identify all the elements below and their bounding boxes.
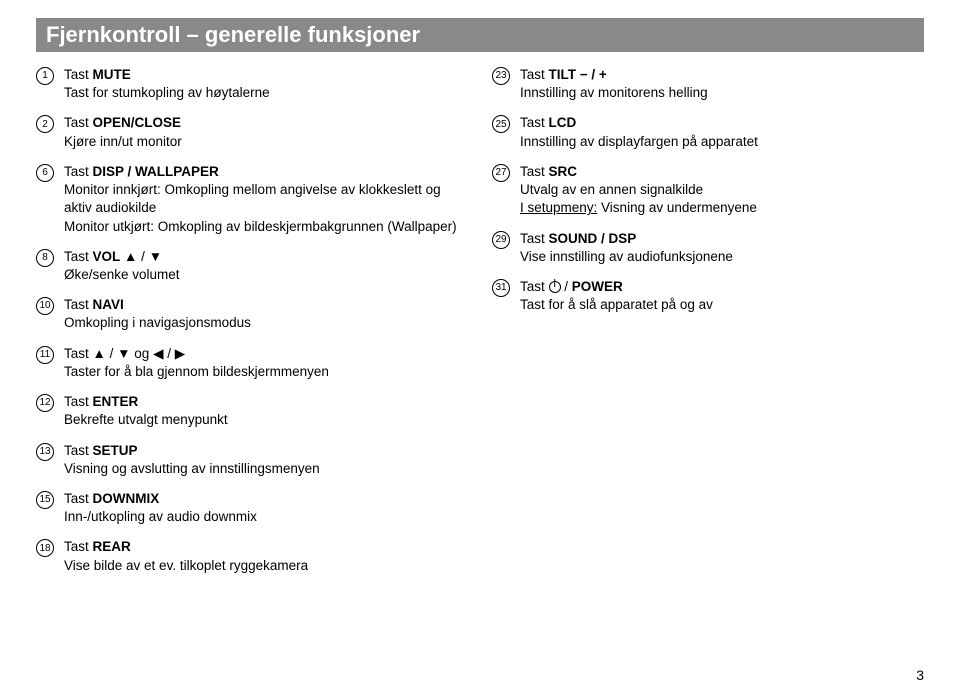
list-item: 1 Tast MUTETast for stumkopling av høytal… [36, 66, 468, 102]
item-title: Tast OPEN/CLOSE [64, 114, 468, 132]
item-body: Tast REARVise bilde av et ev. tilkoplet … [64, 538, 468, 574]
item-title: Tast MUTE [64, 66, 468, 84]
item-body: Tast SRCUtvalg av en annen signalkildeI … [520, 163, 924, 218]
list-item: 31 Tast / POWERTast for å slå apparatet p… [492, 278, 924, 314]
item-title: Tast / POWER [520, 278, 924, 296]
page-title: Fjernkontroll – generelle funksjoner [36, 18, 924, 52]
item-number: 2 [36, 115, 54, 133]
item-number: 11 [36, 346, 54, 364]
item-title: Tast ENTER [64, 393, 468, 411]
list-item: 8 Tast VOL ▲ / ▼Øke/senke volumet [36, 248, 468, 284]
item-number: 1 [36, 67, 54, 85]
item-body: Tast TILT − / +Innstilling av monitorens… [520, 66, 924, 102]
column-right: 23 Tast TILT − / +Innstilling av monitore… [492, 66, 924, 587]
list-item: 23 Tast TILT − / +Innstilling av monitore… [492, 66, 924, 102]
item-description: Bekrefte utvalgt menypunkt [64, 411, 468, 429]
item-description: Innstilling av monitorens helling [520, 84, 924, 102]
item-body: Tast VOL ▲ / ▼Øke/senke volumet [64, 248, 468, 284]
list-item: 15 Tast DOWNMIXInn-/utkopling av audio do… [36, 490, 468, 526]
item-description: Kjøre inn/ut monitor [64, 133, 468, 151]
item-body: Tast ▲ / ▼ og ◀ / ▶Taster for å bla gjen… [64, 345, 468, 381]
item-number: 23 [492, 67, 510, 85]
item-title: Tast LCD [520, 114, 924, 132]
item-description: Vise bilde av et ev. tilkoplet ryggekame… [64, 557, 468, 575]
item-body: Tast LCDInnstilling av displayfargen på … [520, 114, 924, 150]
item-number: 10 [36, 297, 54, 315]
item-description: Inn-/utkopling av audio downmix [64, 508, 468, 526]
item-description: Øke/senke volumet [64, 266, 468, 284]
item-description: Vise innstilling av audiofunksjonene [520, 248, 924, 266]
item-number: 15 [36, 491, 54, 509]
list-item: 29 Tast SOUND / DSPVise innstilling av au… [492, 230, 924, 266]
column-left: 1 Tast MUTETast for stumkopling av høytal… [36, 66, 468, 587]
item-description: Omkopling i navigasjonsmodus [64, 314, 468, 332]
list-item: 27 Tast SRCUtvalg av en annen signalkilde… [492, 163, 924, 218]
list-item: 25 Tast LCDInnstilling av displayfargen p… [492, 114, 924, 150]
item-description: Innstilling av displayfargen på apparate… [520, 133, 924, 151]
item-body: Tast SETUPVisning og avslutting av innst… [64, 442, 468, 478]
item-number: 13 [36, 443, 54, 461]
item-number: 18 [36, 539, 54, 557]
list-item: 2 Tast OPEN/CLOSEKjøre inn/ut monitor [36, 114, 468, 150]
item-title: Tast TILT − / + [520, 66, 924, 84]
item-description: Visning og avslutting av innstillingsmen… [64, 460, 468, 478]
item-body: Tast MUTETast for stumkopling av høytale… [64, 66, 468, 102]
item-body: Tast DISP / WALLPAPERMonitor innkjørt: O… [64, 163, 468, 236]
item-body: Tast SOUND / DSPVise innstilling av audi… [520, 230, 924, 266]
item-body: Tast OPEN/CLOSEKjøre inn/ut monitor [64, 114, 468, 150]
list-item: 11 Tast ▲ / ▼ og ◀ / ▶Taster for å bla gj… [36, 345, 468, 381]
item-title: Tast DISP / WALLPAPER [64, 163, 468, 181]
list-item: 10 Tast NAVIOmkopling i navigasjonsmodus [36, 296, 468, 332]
item-description: Utvalg av en annen signalkildeI setupmen… [520, 181, 924, 217]
item-title: Tast SRC [520, 163, 924, 181]
item-number: 8 [36, 249, 54, 267]
item-body: Tast NAVIOmkopling i navigasjonsmodus [64, 296, 468, 332]
list-item: 13 Tast SETUPVisning og avslutting av inn… [36, 442, 468, 478]
item-title: Tast REAR [64, 538, 468, 556]
item-title: Tast VOL ▲ / ▼ [64, 248, 468, 266]
item-number: 29 [492, 231, 510, 249]
item-number: 6 [36, 164, 54, 182]
item-title: Tast SOUND / DSP [520, 230, 924, 248]
item-description: Tast for stumkopling av høytalerne [64, 84, 468, 102]
item-title: Tast NAVI [64, 296, 468, 314]
item-number: 31 [492, 279, 510, 297]
list-item: 18 Tast REARVise bilde av et ev. tilkople… [36, 538, 468, 574]
power-icon [549, 281, 561, 293]
item-title: Tast ▲ / ▼ og ◀ / ▶ [64, 345, 468, 363]
item-title: Tast DOWNMIX [64, 490, 468, 508]
item-description: Tast for å slå apparatet på og av [520, 296, 924, 314]
item-body: Tast DOWNMIXInn-/utkopling av audio down… [64, 490, 468, 526]
item-number: 27 [492, 164, 510, 182]
list-item: 6 Tast DISP / WALLPAPERMonitor innkjørt: … [36, 163, 468, 236]
item-number: 12 [36, 394, 54, 412]
item-description: Taster for å bla gjennom bildeskjermmeny… [64, 363, 468, 381]
item-description: Monitor innkjørt: Omkopling mellom angiv… [64, 181, 468, 236]
item-body: Tast ENTERBekrefte utvalgt menypunkt [64, 393, 468, 429]
list-item: 12 Tast ENTERBekrefte utvalgt menypunkt [36, 393, 468, 429]
item-title: Tast SETUP [64, 442, 468, 460]
page-number: 3 [916, 667, 924, 683]
item-body: Tast / POWERTast for å slå apparatet på … [520, 278, 924, 314]
item-number: 25 [492, 115, 510, 133]
content-columns: 1 Tast MUTETast for stumkopling av høytal… [36, 66, 924, 587]
